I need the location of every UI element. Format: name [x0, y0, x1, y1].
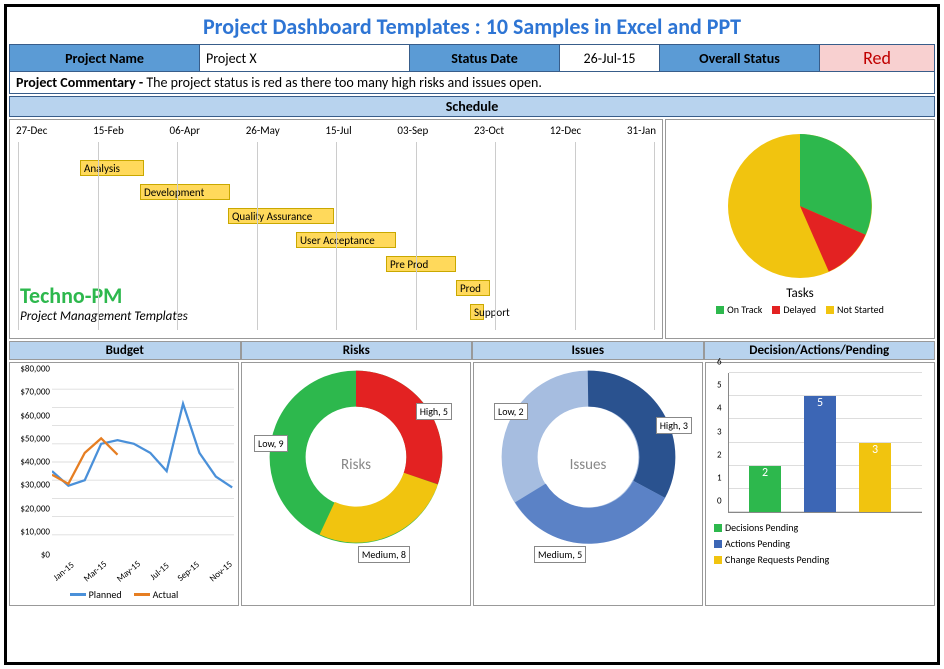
y-tick: 6: [717, 357, 722, 368]
bar[interactable]: 5: [804, 396, 836, 512]
tasks-pie-title: Tasks: [786, 286, 814, 301]
budget-line-icon: [52, 369, 234, 555]
issues-high-label: High, 3: [656, 417, 692, 434]
x-tick: Mar-15: [82, 559, 110, 585]
y-tick: $80,000: [20, 364, 50, 375]
section-header: Risks: [241, 341, 473, 360]
x-tick: Jan-15: [51, 560, 76, 584]
gantt-bar[interactable]: User Acceptance: [296, 232, 396, 248]
gantt-tick: 03-Sep: [397, 124, 428, 137]
logo: Techno-PM Project Management Templates: [20, 282, 188, 324]
y-tick: 1: [717, 472, 722, 483]
x-tick: Nov-15: [207, 559, 234, 584]
gantt-bar[interactable]: Prod: [456, 280, 490, 296]
y-tick: 4: [717, 403, 722, 414]
risks-medium-label: Medium, 8: [358, 546, 410, 563]
dashboard-frame: Project Dashboard Templates : 10 Samples…: [4, 4, 940, 665]
x-tick: Sep-15: [176, 559, 202, 584]
issues-chart: Issues High, 3 Medium, 5 Low, 2: [473, 362, 703, 606]
legend-item: Delayed: [772, 303, 816, 316]
issues-center-label: Issues: [570, 456, 607, 474]
risks-high-label: High, 5: [416, 403, 452, 420]
dap-chart: 0123456253 Decisions PendingActions Pend…: [705, 362, 935, 606]
y-tick: 2: [717, 449, 722, 460]
gantt-chart: 27-Dec 15-Feb 06-Apr 26-May 15-Jul 03-Sep 23-O…: [9, 119, 663, 339]
commentary-row: Project Commentary - The project status …: [9, 72, 935, 94]
project-name-value[interactable]: Project X: [200, 45, 410, 71]
bar[interactable]: 2: [749, 466, 781, 512]
gantt-bar[interactable]: Pre Prod: [386, 256, 456, 272]
budget-chart: $80,000 $70,000 $60,000 $50,000 $40,000 $30,0…: [9, 362, 239, 606]
issues-low-label: Low, 2: [494, 403, 528, 420]
commentary-text: The project status is red as there too m…: [146, 74, 542, 91]
y-tick: $10,000: [20, 526, 50, 537]
y-tick: 3: [717, 426, 722, 437]
tasks-pie-icon: [715, 126, 885, 286]
legend-item: Decisions Pending: [714, 521, 926, 534]
y-tick: $20,000: [20, 503, 50, 514]
y-tick: $60,000: [20, 410, 50, 421]
y-tick: $50,000: [20, 433, 50, 444]
section-header: Budget: [9, 341, 241, 360]
x-tick: Jul-15: [148, 560, 172, 582]
legend-item: Not Started: [826, 303, 884, 316]
y-tick: $70,000: [20, 387, 50, 398]
page-title: Project Dashboard Templates : 10 Samples…: [9, 9, 935, 44]
x-tick: May-15: [115, 558, 143, 584]
issues-medium-label: Medium, 5: [534, 546, 586, 563]
y-tick: 0: [717, 496, 722, 507]
status-date-value[interactable]: 26-Jul-15: [560, 45, 660, 71]
y-tick: $40,000: [20, 457, 50, 468]
gantt-tick: 12-Dec: [550, 124, 581, 137]
gantt-tick: 15-Jul: [325, 124, 351, 137]
gantt-tick: 26-May: [246, 124, 280, 137]
legend-item: Actual: [134, 588, 179, 601]
gantt-tick: 06-Apr: [170, 124, 201, 137]
logo-title: Techno-PM: [20, 282, 188, 309]
gantt-tick: 23-Oct: [474, 124, 504, 137]
logo-subtitle: Project Management Templates: [20, 309, 188, 324]
risks-low-label: Low, 9: [254, 435, 288, 452]
legend-item: Change Requests Pending: [714, 553, 926, 566]
section-header: Decision/Actions/Pending: [704, 341, 936, 360]
legend-item: Actions Pending: [714, 537, 926, 550]
gantt-bar[interactable]: Quality Assurance: [228, 208, 334, 224]
tasks-pie-chart: Tasks On Track Delayed Not Started: [665, 119, 935, 339]
bar[interactable]: 3: [859, 443, 891, 513]
y-tick: $0: [41, 550, 50, 561]
y-tick: $30,000: [20, 480, 50, 491]
overall-status-value: Red: [820, 45, 934, 71]
schedule-header: Schedule: [9, 96, 935, 117]
legend-item: Planned: [70, 588, 122, 601]
commentary-label: Project Commentary -: [16, 74, 146, 91]
section-header: Issues: [472, 341, 704, 360]
header-row: Project Name Project X Status Date 26-Ju…: [9, 44, 935, 72]
y-tick: 5: [717, 380, 722, 391]
gantt-tick: 31-Jan: [627, 124, 656, 137]
legend-item: On Track: [716, 303, 762, 316]
risks-chart: Risks High, 5 Medium, 8 Low, 9: [241, 362, 471, 606]
overall-status-label: Overall Status: [660, 45, 820, 71]
gantt-tick: 15-Feb: [93, 124, 124, 137]
project-name-label: Project Name: [10, 45, 200, 71]
gantt-tick: 27-Dec: [16, 124, 47, 137]
status-date-label: Status Date: [410, 45, 560, 71]
gantt-bar[interactable]: Development: [140, 184, 230, 200]
gantt-bar[interactable]: Support: [470, 304, 484, 320]
risks-center-label: Risks: [341, 456, 371, 474]
gantt-bar[interactable]: Analysis: [80, 160, 144, 176]
